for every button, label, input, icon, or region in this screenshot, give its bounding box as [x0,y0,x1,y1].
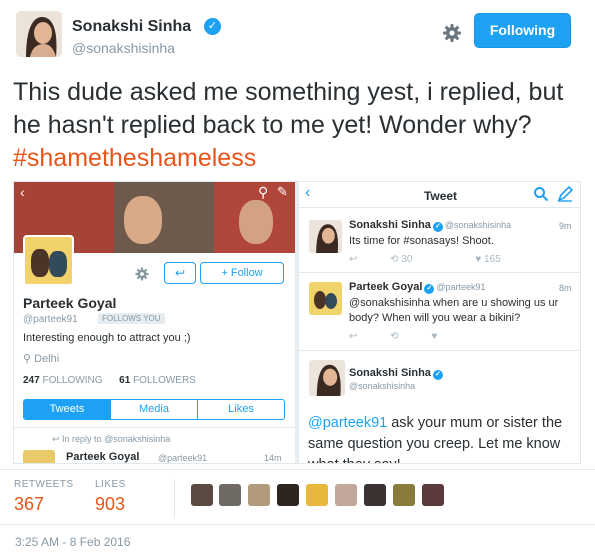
profile-tabs: Tweets Media Likes [23,399,285,420]
in-reply-text: In reply to @sonakshisinha [62,434,171,444]
tweet-avatar [23,450,55,463]
tweet-author-handle: @parteek91 [158,453,208,463]
thread-panel: ‹ Tweet Sonakshi Sinha ✓ @sonakshisinha 9m… [299,182,580,463]
liker-avatar[interactable] [306,484,328,506]
tweet-actions: ↩ ⟲ ♥ [349,331,467,342]
search-icon[interactable] [533,186,549,202]
compose-icon[interactable] [557,185,574,202]
tweet-body: This dude asked me something yest, i rep… [13,78,564,139]
liker-avatar[interactable] [393,484,415,506]
tweet-author-name-text: Sonakshi Sinha [349,219,431,231]
follows-you-badge: FOLLOWS YOU [98,313,165,324]
author-name[interactable]: Sonakshi Sinha [72,18,191,36]
retweets-count[interactable]: 367 [14,494,44,515]
tweet-author-name: Parteek Goyal [66,451,140,463]
tweet-text: @sonakshisinha when are u showing us ur … [349,297,559,324]
like-count: 165 [483,254,501,265]
followers-count: 61 [119,375,131,386]
liker-avatar[interactable] [219,484,241,506]
reply-icon[interactable]: ↩ [349,331,357,342]
like-action[interactable]: ♥ 165 [475,254,530,265]
location-text: Delhi [34,353,60,365]
engagement-stats: RETWEETS 367 LIKES 903 [0,469,595,525]
tweet-author-name-text: Parteek Goyal [349,281,423,293]
tweet-avatar [309,282,342,315]
liker-avatar[interactable] [277,484,299,506]
follow-button[interactable]: + Follow [200,262,284,284]
liker-avatar[interactable] [422,484,444,506]
divider [174,479,175,517]
liker-avatar[interactable] [335,484,357,506]
tweet-author-name-text: Sonakshi Sinha [349,367,431,379]
profile-avatar [23,235,74,286]
verified-badge-icon: ✓ [204,18,221,35]
gear-icon[interactable] [441,22,463,44]
tab-tweets[interactable]: Tweets [24,400,111,419]
divider [299,272,580,273]
profile-name: Parteek Goyal [23,295,117,311]
mention-link: @parteek91 [308,415,388,431]
in-reply-to: ↩ In reply to @sonakshisinha [52,434,171,444]
following-button[interactable]: Following [474,13,571,48]
search-icon[interactable]: ⚲ [258,184,268,201]
followers-label: FOLLOWERS [133,375,196,386]
tweet-author-handle: @parteek91 [436,282,486,292]
tweet-time: 9m [559,221,572,231]
profile-bio: Interesting enough to attract you ;) [23,332,191,344]
tweet-timestamp[interactable]: 3:25 AM - 8 Feb 2016 [15,535,130,549]
tab-likes[interactable]: Likes [198,400,284,419]
tweet-author-name: Sonakshi Sinha ✓ [349,367,445,380]
tab-media[interactable]: Media [111,400,198,419]
divider [14,427,295,428]
gear-icon[interactable] [134,266,150,282]
liker-avatar[interactable] [191,484,213,506]
author-avatar[interactable] [16,11,62,57]
tweet-author-handle: @sonakshisinha [444,220,512,230]
hashtag-link[interactable]: #shametheshameless [13,144,256,172]
liker-avatar[interactable] [248,484,270,506]
tweet-actions: ↩ ⟲ 30 ♥ 165 [349,254,561,265]
follow-label: Follow [230,267,263,279]
reply-icon[interactable]: ↩ [349,254,357,265]
heart-icon[interactable]: ♥ [431,331,437,342]
profile-location: ⚲ Delhi [23,352,59,365]
tweet-author-handle: @sonakshisinha [349,381,416,391]
verified-badge-icon: ✓ [432,370,443,380]
profile-stats: 247 FOLLOWING 61 FOLLOWERS [23,375,196,386]
retweet-count: 30 [401,254,413,265]
location-pin-icon: ⚲ [23,353,32,365]
verified-badge-icon: ✓ [424,284,435,294]
reply-text: @parteek91 ask your mum or sister the sa… [308,413,578,463]
retweet-action[interactable]: ⟲ 30 [390,254,442,265]
tweet-text: Its time for #sonasays! Shoot. [349,235,494,247]
back-arrow-icon[interactable]: ‹ [20,184,25,200]
tweet-avatar [309,360,345,396]
divider [299,350,580,351]
tweet-header: Sonakshi Sinha ✓ @sonakshisinha Followin… [0,0,595,68]
retweets-label: RETWEETS [14,479,74,490]
likes-label: LIKES [95,479,126,490]
thread-header: ‹ Tweet [299,182,580,208]
liker-avatar[interactable] [364,484,386,506]
author-handle[interactable]: @sonakshisinha [72,40,175,56]
verified-badge-icon: ✓ [432,222,443,232]
tweet-time: 14m [264,453,282,463]
following-label: FOLLOWING [42,375,103,386]
tweet-avatar [309,220,342,253]
tweet-time: 8m [559,283,572,293]
compose-icon[interactable]: ✎ [277,184,288,200]
likes-count[interactable]: 903 [95,494,125,515]
tweet-author-name: Parteek Goyal ✓ @parteek91 [349,281,486,294]
following-count: 247 [23,375,40,386]
tweet-text: This dude asked me something yest, i rep… [13,76,583,175]
reply-icon[interactable]: ↩ [164,262,196,284]
profile-panel: ‹ ⚲ ✎ ↩ + Follow Parteek Goyal @parteek9… [14,182,295,463]
attached-image[interactable]: ‹ ⚲ ✎ ↩ + Follow Parteek Goyal @parteek9… [13,181,581,464]
tweet-author-name: Sonakshi Sinha ✓ @sonakshisinha [349,219,511,232]
profile-handle: @parteek91 [23,314,78,325]
add-user-icon: + [221,267,228,279]
retweet-icon[interactable]: ⟲ [390,331,398,342]
